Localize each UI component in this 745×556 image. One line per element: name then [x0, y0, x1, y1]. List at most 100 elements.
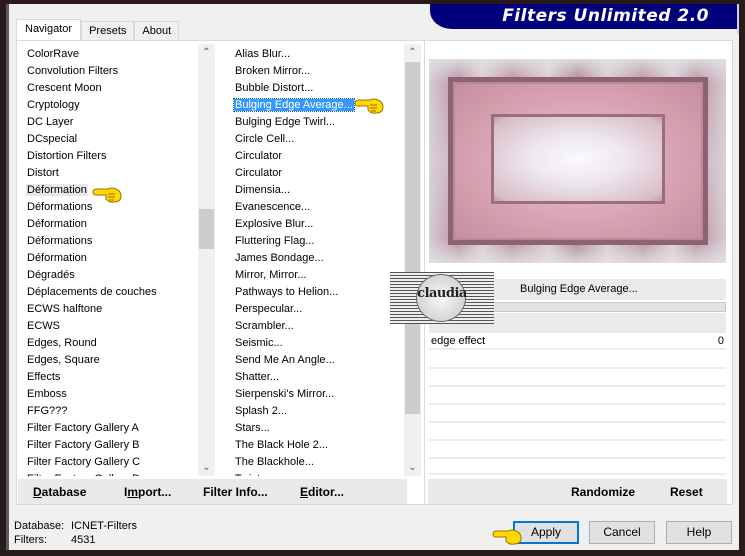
param-row-empty	[429, 442, 726, 459]
filter-list-item[interactable]: Splash 2...	[228, 403, 403, 420]
category-list-item-label: Edges, Round	[27, 337, 97, 349]
category-list-item[interactable]: Edges, Square	[20, 352, 197, 369]
category-list-item-label: Déformation	[27, 218, 87, 230]
category-list-item[interactable]: Filter Factory Gallery B	[20, 437, 197, 454]
category-list-item[interactable]: Déplacements de couches	[20, 284, 197, 301]
category-list-item[interactable]: Cryptology	[20, 97, 197, 114]
filter-list-item-label: Circle Cell...	[235, 133, 295, 145]
category-list-item[interactable]: Filter Factory Gallery D	[20, 471, 197, 476]
filter-list-item[interactable]: James Bondage...	[228, 250, 403, 267]
category-list-item[interactable]: Emboss	[20, 386, 197, 403]
filter-list-item-label: The Black Hole 2...	[235, 439, 328, 451]
chevron-up-icon[interactable]: ⌃	[198, 44, 215, 61]
filter-list-item-label: Circulator	[235, 150, 283, 162]
scrollbar-thumb[interactable]	[405, 62, 420, 414]
selected-filter-name: Bulging Edge Average...	[520, 283, 638, 295]
filter-scrollbar[interactable]: ⌃ ⌄	[404, 44, 421, 476]
category-list-item-label: Déformation	[26, 184, 88, 196]
category-list-item[interactable]: Edges, Round	[20, 335, 197, 352]
filter-list-item[interactable]: The Black Hole 2...	[228, 437, 403, 454]
filter-list-item[interactable]: Sierpenski's Mirror...	[228, 386, 403, 403]
filter-list-item[interactable]: Circulator	[228, 148, 403, 165]
filter-list-item[interactable]: Mirror, Mirror...	[228, 267, 403, 284]
category-list[interactable]: ColorRave Convolution Filters Crescent Moo…	[20, 46, 197, 476]
category-list-item[interactable]: Distort	[20, 165, 197, 182]
category-list-item-label: Filter Factory Gallery D	[26, 473, 141, 476]
filter-list-item[interactable]: Alias Blur...	[228, 46, 403, 63]
category-list-item[interactable]: Filter Factory Gallery A	[20, 420, 197, 437]
filter-info-button[interactable]: Filter Info...	[203, 485, 268, 499]
category-list-item[interactable]: ColorRave	[20, 46, 197, 63]
database-label: Database:	[14, 520, 65, 532]
category-list-item[interactable]: DCspecial	[20, 131, 197, 148]
filter-list-item-label: Dimensia...	[235, 184, 291, 196]
category-list-item[interactable]: Filter Factory Gallery C	[20, 454, 197, 471]
database-button-label: atabase	[41, 485, 87, 499]
category-list-item[interactable]: ECWS halftone	[20, 301, 197, 318]
category-list-item-label: Emboss	[27, 388, 67, 400]
reset-button[interactable]: Reset	[670, 485, 703, 499]
tab-navigator[interactable]: Navigator	[16, 19, 82, 41]
chevron-up-icon[interactable]: ⌃	[404, 44, 421, 61]
filter-list-item-label: Bulging Edge Twirl...	[235, 116, 336, 128]
chevron-down-icon[interactable]: ⌄	[198, 459, 215, 476]
category-list-item[interactable]: Distortion Filters	[20, 148, 197, 165]
filter-list-item-label: Twister...	[234, 473, 279, 476]
filter-list-item-label: Alias Blur...	[235, 48, 291, 60]
filter-list-item[interactable]: Fluttering Flag...	[228, 233, 403, 250]
scrollbar-thumb[interactable]	[199, 209, 214, 249]
filter-list-item[interactable]: Dimensia...	[228, 182, 403, 199]
filter-list-item[interactable]: Seismic...	[228, 335, 403, 352]
editor-button-label: ditor...	[308, 485, 345, 499]
category-list-item[interactable]: Effects	[20, 369, 197, 386]
editor-button[interactable]: Editor...	[300, 485, 344, 499]
filter-list-item[interactable]: Send Me An Angle...	[228, 352, 403, 369]
filter-list-item[interactable]: Broken Mirror...	[228, 63, 403, 80]
category-list-item-label: ECWS halftone	[27, 303, 103, 315]
filter-list-item[interactable]: Perspecular...	[228, 301, 403, 318]
database-button[interactable]: Database	[33, 485, 86, 499]
tab-presets[interactable]: Presets	[81, 21, 135, 41]
cancel-button[interactable]: Cancel	[589, 521, 655, 544]
param-row-edge-effect[interactable]: edge effect 0	[429, 333, 726, 350]
category-list-item-label: Déformations	[27, 201, 93, 213]
help-button[interactable]: Help	[666, 521, 732, 544]
filter-list-item-label: The Blackhole...	[235, 456, 314, 468]
category-list-item[interactable]: FFG???	[20, 403, 197, 420]
filter-list-item[interactable]: Twister...	[228, 471, 403, 476]
filter-list-item-label: Shatter...	[235, 371, 280, 383]
filter-list-item[interactable]: Shatter...	[228, 369, 403, 386]
filter-list-item[interactable]: Circulator	[228, 165, 403, 182]
category-list-item[interactable]: Dégradés	[20, 267, 197, 284]
category-list-item[interactable]: ECWS	[20, 318, 197, 335]
category-list-item[interactable]: Crescent Moon	[20, 80, 197, 97]
filter-list-item-label: Evanescence...	[235, 201, 311, 213]
watermark-logo: claudia	[390, 272, 494, 324]
param-value[interactable]: 0	[718, 335, 724, 347]
filter-list-item[interactable]: Bulging Edge Twirl...	[228, 114, 403, 131]
category-list-item[interactable]: Convolution Filters	[20, 63, 197, 80]
filter-list-item-label: Stars...	[235, 422, 270, 434]
randomize-button[interactable]: Randomize	[571, 485, 635, 499]
filter-list-item[interactable]: Pathways to Helion...	[228, 284, 403, 301]
category-list-item-label: Distort	[27, 167, 59, 179]
filter-list-item[interactable]: Circle Cell...	[228, 131, 403, 148]
filter-list-item[interactable]: Stars...	[228, 420, 403, 437]
filter-list-item[interactable]: Bubble Distort...	[228, 80, 403, 97]
filter-list-item[interactable]: Scrambler...	[228, 318, 403, 335]
category-list-item[interactable]: DC Layer	[20, 114, 197, 131]
chevron-down-icon[interactable]: ⌄	[404, 459, 421, 476]
tab-about[interactable]: About	[134, 21, 180, 41]
filter-list-item[interactable]: Evanescence...	[228, 199, 403, 216]
category-list-item-label: Distortion Filters	[27, 150, 107, 162]
category-list-item[interactable]: Déformation	[20, 250, 197, 267]
import-button[interactable]: Import...	[124, 485, 171, 499]
param-row-empty	[429, 424, 726, 441]
category-scrollbar[interactable]: ⌃ ⌄	[198, 44, 215, 476]
category-list-item[interactable]: Déformation	[20, 216, 197, 233]
category-list-item[interactable]: Déformations	[20, 233, 197, 250]
category-list-item-label: Cryptology	[27, 99, 80, 111]
filter-list-item[interactable]: Explosive Blur...	[228, 216, 403, 233]
filter-list-item[interactable]: The Blackhole...	[228, 454, 403, 471]
window-title: Filters Unlimited 2.0	[430, 4, 739, 34]
